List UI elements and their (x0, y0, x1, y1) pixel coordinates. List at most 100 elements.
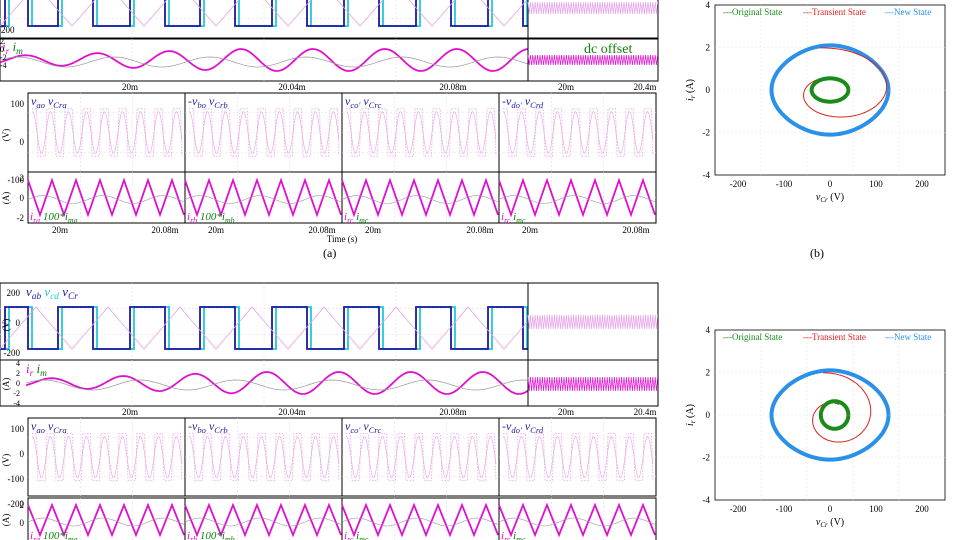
bot-sp-legend-1: ---Transient State (803, 332, 866, 342)
top-sub-xtick-1: 20.08m (151, 225, 178, 235)
bot-sub-ilabel-2: irc imc (344, 530, 369, 540)
bot-sub-vlabel-3-part: Crd (530, 425, 544, 435)
top-sub-vlabel-2-part: co' (350, 100, 360, 110)
bot-sub-vytick-2: -100 (8, 474, 25, 484)
bot-sub-vlabel-0: vao vCra (31, 419, 67, 435)
bot-sub-ilabel-1: irb 100*imb (187, 530, 235, 540)
top-sub-xtick-7: 20.08m (622, 225, 649, 235)
bot-sub-vsq-1 (189, 433, 340, 481)
bot-sp-ylabel: ir (A) (685, 404, 697, 426)
caption-a: (a) (323, 246, 337, 260)
bot-v-label-part: Cr (68, 292, 78, 302)
top-i-ytick-4: -4 (0, 61, 7, 70)
top-sub-xtick-0: 20m (52, 225, 68, 235)
bot-v-label-part: v (59, 284, 68, 299)
top-sub-vylabel: (V) (1, 129, 11, 142)
top-sp-legend-1: ---Transient State (803, 7, 866, 17)
bot-sub-vsin-2 (345, 435, 497, 479)
bot-sub-ilabel-0-part: ra (33, 535, 40, 540)
bot-vzoom-dense (527, 314, 658, 330)
bot-sp-xlabel: vCr (V) (816, 517, 844, 529)
bot-sp-legend-0: ---Original State (723, 332, 782, 342)
top-sub-ilabel-2-part: mc (359, 216, 369, 225)
top-xtick-0: 20m (122, 82, 138, 92)
top-sub-xtick-4: 20m (365, 225, 381, 235)
top-sub-ilabel-0-part: ma (68, 216, 78, 225)
bot-sub-ilabel-3: irc imc (501, 530, 526, 540)
top-sub-ilabel-2: irc imc (344, 211, 369, 225)
bot-xtick-1: 20.04m (278, 407, 305, 417)
top-sp-grid (715, 5, 945, 175)
bot-sub-vlabel-2: vco' vCrc (345, 419, 381, 435)
bot-sp-xtick-2: 0 (828, 504, 833, 514)
bot-sub-vlabel-2-part: Crc (369, 425, 382, 435)
bot-v-label-part: v (41, 284, 50, 299)
bot-sub-vlabel-2-part: co' (350, 425, 360, 435)
top-sp-xtick-4: 200 (915, 179, 929, 189)
bot-v-label-part: ab (32, 292, 42, 302)
top-sp-frame (714, 4, 946, 176)
bot-v-ytick-0: 200 (7, 288, 21, 298)
top-sub-ilabel-0: ira 100*ima (30, 211, 78, 225)
top-sub-vlabel-3: -vdo' vCrd (502, 94, 544, 110)
bot-sub-ilabel-3-part: mc (516, 535, 526, 540)
bot-sub-vlabel-1: -vbo vCrb (188, 419, 228, 435)
top-sp-new-state (769, 43, 891, 137)
caption-b: (b) (810, 246, 824, 260)
bot-sub-iylabel: (A) (1, 514, 11, 527)
top-sub-ilabel-1-part: 100*i (197, 211, 225, 223)
top-sub-vsq-3 (503, 108, 654, 157)
top-sub-vlabel-3-part: Crd (530, 100, 544, 110)
bot-zoom-xtick-0: 20m (558, 407, 574, 417)
bot-sub-ilabel-2-part: mc (359, 535, 369, 540)
top-sub-vsq-2 (346, 108, 497, 157)
figure-canvas: -200ir imdc offset20-2-420m20.04m20.08m2… (0, 0, 946, 540)
top-sp-xlabel-part: (V) (828, 192, 844, 203)
top-zoom-xtick-0: 20m (558, 82, 574, 92)
bot-sp-ytick-2: 0 (706, 410, 711, 420)
top-sp-legend-0: ---Original State (723, 7, 782, 17)
top-sub-vytick-1: 0 (20, 137, 25, 147)
bot-sub-vylabel: (V) (1, 454, 11, 467)
bot-sub-iytick-0: 2 (20, 500, 25, 510)
bot-sub-ilabel-0-part: 100*i (40, 530, 68, 540)
bot-v-ytick-2: -200 (4, 348, 21, 358)
top-sp-xtick-2: 0 (828, 179, 833, 189)
bot-izoom-dense (527, 376, 658, 392)
bot-sub-vsq-0 (32, 433, 183, 481)
top-sub-vlabel-3-part: do' (511, 100, 522, 110)
bot-sub-ilabel-1-part: rb (190, 535, 197, 540)
top-voltage-grid (0, 0, 528, 38)
bot-sp-xtick-1: -100 (776, 504, 793, 514)
top-sp-xtick-3: 100 (869, 179, 883, 189)
bot-sp-xtick-3: 100 (869, 504, 883, 514)
bot-sp-ytick-1: -2 (703, 453, 711, 463)
bot-sub-vytick-1: 0 (20, 449, 25, 459)
bot-sub-vytick-0: 100 (11, 424, 25, 434)
bot-sp-frame (714, 329, 946, 501)
top-sub-ilabel-0-part: 100*i (40, 211, 68, 223)
top-i-label-part: m (16, 47, 23, 57)
bot-sp-grid (715, 330, 945, 500)
top-v-ytick-0: -200 (0, 25, 15, 35)
top-sp-original-state (809, 76, 851, 104)
top-sub-ilabel-1-part: rb (190, 216, 197, 225)
top-sp-ytick-1: -2 (703, 128, 711, 138)
bot-current-grid (0, 360, 528, 406)
bot-sub-vsin-3 (502, 435, 654, 479)
top-sub-iytick-2: -2 (17, 213, 25, 223)
top-sp-legend-2: ---New State (885, 7, 931, 17)
bot-sub-vlabel-0-part: Cra (53, 425, 66, 435)
top-sub-vytick-0: 100 (11, 99, 25, 109)
bot-sub-vsq-2 (346, 433, 497, 481)
top-sub-iytick-0: 2 (20, 173, 25, 183)
top-zoom-xtick-1: 20.4m (634, 82, 657, 92)
top-sub-xtick-5: 20.08m (466, 225, 493, 235)
top-sub-ilabel-3: irc imc (501, 211, 526, 225)
top-xtick-2: 20.08m (439, 82, 466, 92)
top-sub-iylabel: (A) (1, 192, 11, 205)
bot-i-ytick-2: 0 (16, 379, 20, 388)
bot-sub-vsin-1 (188, 435, 340, 479)
top-sp-ytick-4: 4 (706, 0, 711, 10)
top-sub-vlabel-1-part: Crb (214, 100, 228, 110)
